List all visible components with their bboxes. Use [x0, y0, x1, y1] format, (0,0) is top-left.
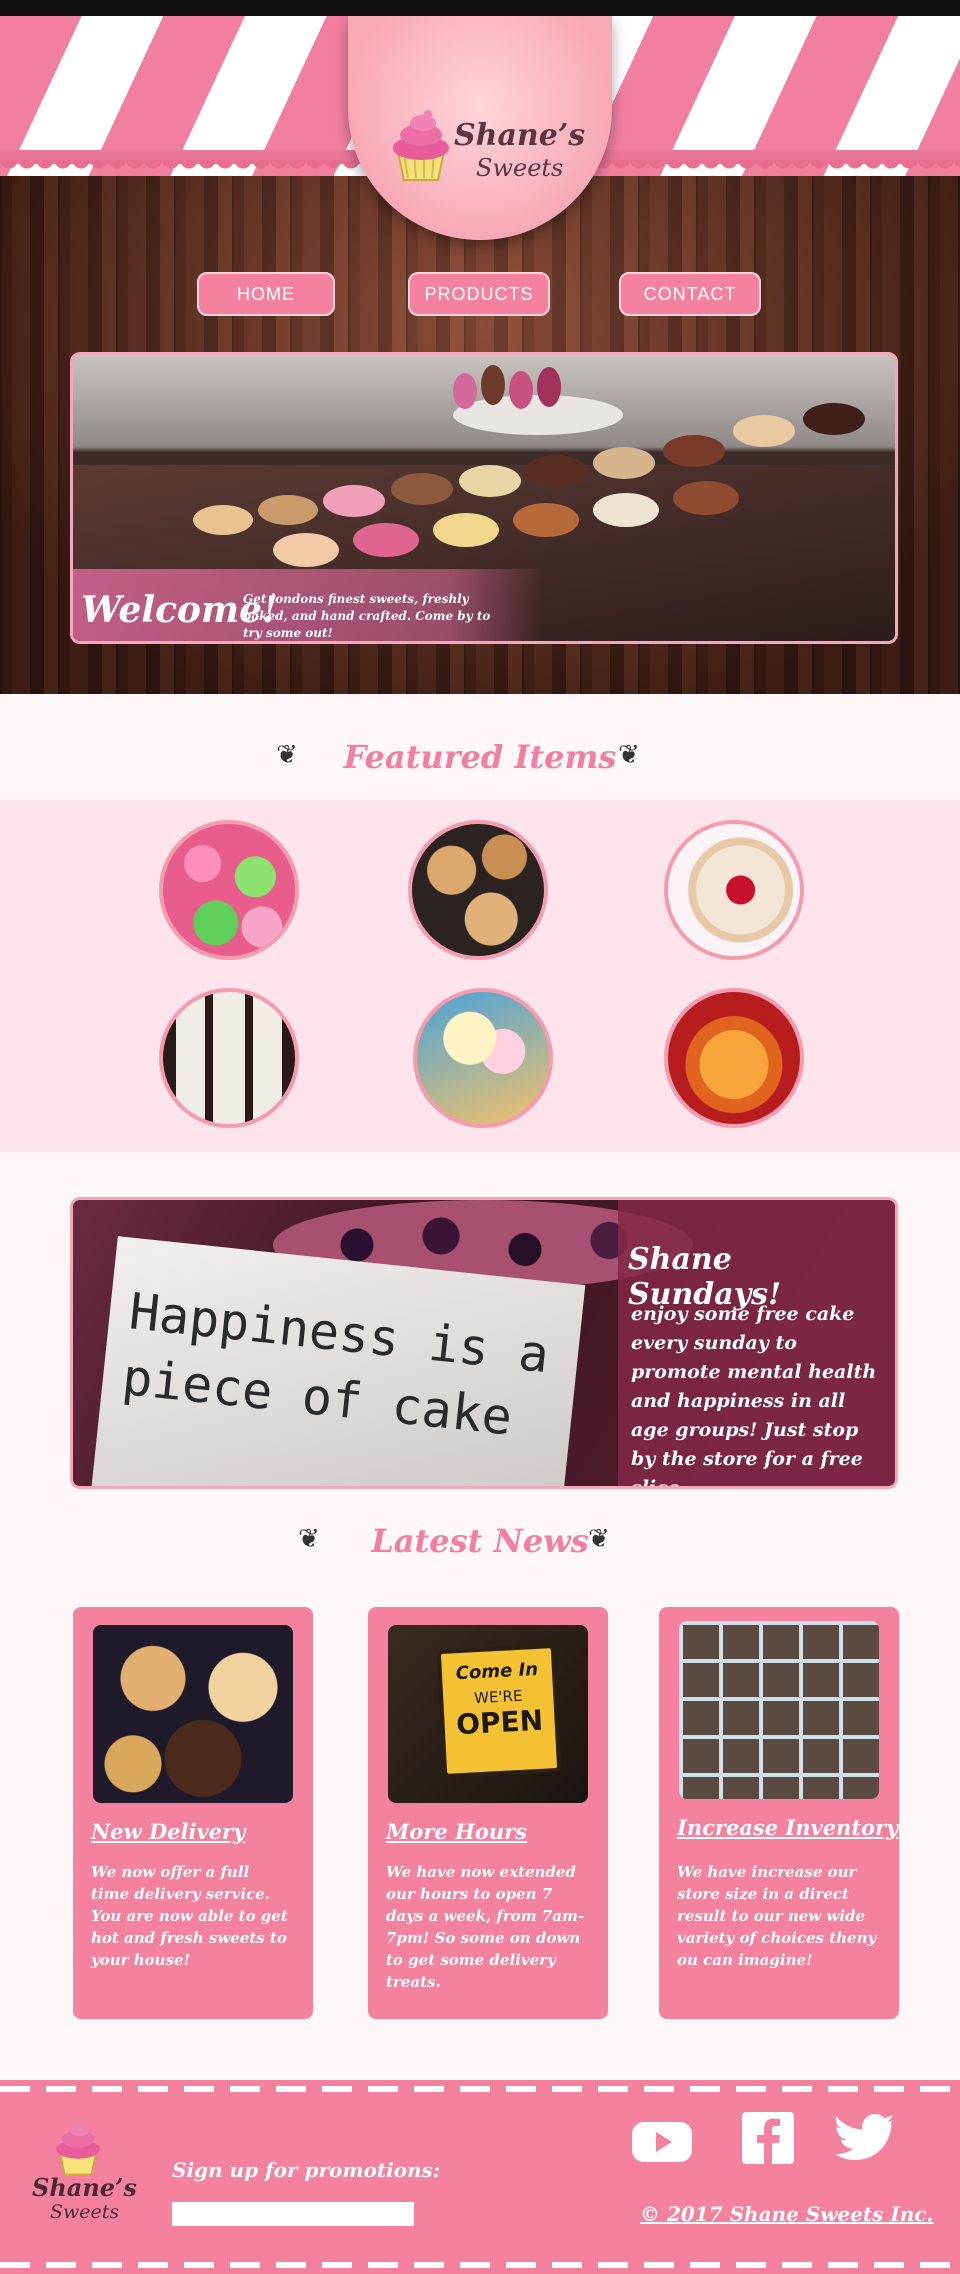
footer-brand-subname: Sweets [50, 2201, 120, 2223]
featured-item-gummy-bear[interactable] [664, 988, 804, 1128]
cupcake-icon [56, 2123, 100, 2176]
sign-open: OPEN [455, 1703, 544, 1742]
signup-email-input[interactable] [172, 2202, 414, 2226]
footer-brand-name: Shane’s [32, 2173, 137, 2202]
top-bar [0, 0, 960, 16]
news-item-title[interactable]: More Hours [386, 1819, 527, 1844]
facebook-icon[interactable] [742, 2112, 794, 2168]
flourish-right-icon: ❦ [618, 740, 640, 770]
hero-banner: Welcome! Get londons finest sweets, fres… [70, 352, 898, 644]
twitter-icon[interactable] [835, 2114, 896, 2168]
featured-item-macarons[interactable] [159, 820, 299, 960]
brand-name: Shane’s [454, 118, 586, 153]
site-footer: Shane’s Sweets Sign up for promotions: ©… [0, 2080, 960, 2274]
footer-dashed-top [0, 2086, 960, 2092]
featured-item-cookies[interactable] [408, 820, 548, 960]
hero-subtext: Get londons finest sweets, freshly baked… [243, 592, 491, 640]
news-card-inventory[interactable]: Increase Inventory We have increase our … [659, 1607, 899, 2019]
featured-items [0, 800, 960, 1152]
signup-label: Sign up for promotions: [172, 2158, 441, 2182]
news-item-text: We now offer a full time delivery servic… [91, 1863, 288, 1969]
featured-item-heart-cookie[interactable] [664, 820, 804, 960]
news-photo-open-sign: Come In WE'RE OPEN [388, 1625, 588, 1803]
news-card-delivery[interactable]: New Delivery We now offer a full time de… [73, 1607, 313, 2019]
nav-contact-button[interactable]: CONTACT [619, 272, 761, 316]
featured-item-parfaits[interactable] [159, 988, 299, 1128]
news-item-title[interactable]: New Delivery [91, 1819, 245, 1844]
news-item-text: We have increase our store size in a dir… [677, 1863, 877, 1969]
brand-subname: Sweets [476, 154, 564, 182]
copyright[interactable]: © 2017 Shane Sweets Inc. [640, 2202, 933, 2226]
cupcake-icon [393, 110, 449, 181]
nav-products-button[interactable]: PRODUCTS [408, 272, 550, 316]
featured-title: Featured Items [343, 738, 617, 776]
news-item-text: We have now extended our hours to open 7… [386, 1863, 585, 1991]
nav-home-button[interactable]: HOME [197, 272, 335, 316]
promo-banner: Happiness is a piece of cake Shane Sunda… [70, 1197, 898, 1489]
flourish-right-icon: ❦ [588, 1524, 610, 1554]
footer-dashed-bottom [0, 2262, 960, 2268]
sign-come-in: Come In [455, 1658, 539, 1685]
news-item-title[interactable]: Increase Inventory [677, 1815, 898, 1840]
news-photo-donuts [93, 1625, 293, 1803]
promo-body: enjoy some free cake every sunday to pro… [631, 1303, 877, 1489]
youtube-icon[interactable] [632, 2120, 692, 2168]
news-photo-shelves [679, 1621, 879, 1799]
news-title: Latest News [371, 1522, 589, 1560]
featured-item-ice-cream[interactable] [413, 988, 553, 1128]
news-card-hours[interactable]: Come In WE'RE OPEN More Hours We have no… [368, 1607, 608, 2019]
